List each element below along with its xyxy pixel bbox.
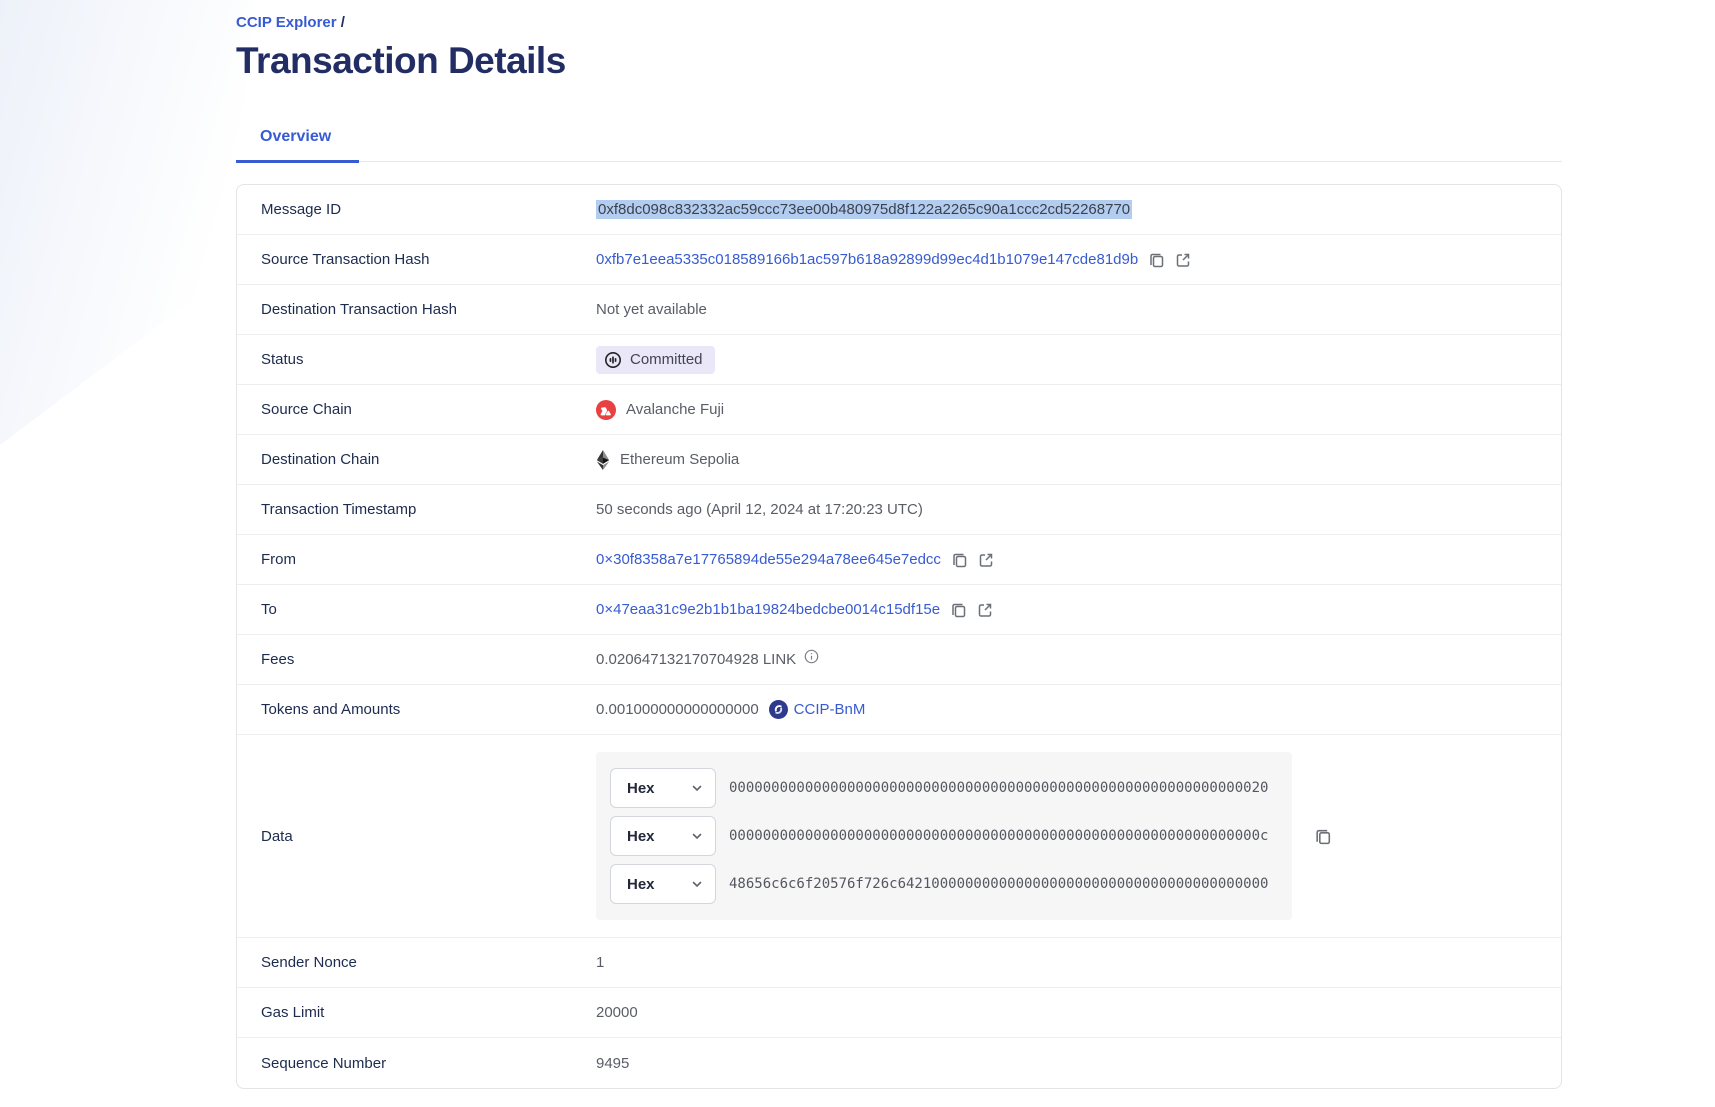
copy-icon[interactable]	[1314, 827, 1333, 846]
table-row-source-tx-hash: Source Transaction Hash 0xfb7e1eea5335c0…	[237, 235, 1561, 285]
fees-value: 0.020647132170704928 LINK	[596, 651, 796, 668]
from-label: From	[237, 551, 596, 568]
message-id-value: 0xf8dc098c832332ac59ccc73ee00b480975d8f1…	[596, 200, 1132, 219]
committed-status-icon	[604, 351, 622, 369]
table-row-message-id: Message ID 0xf8dc098c832332ac59ccc73ee00…	[237, 185, 1561, 235]
ethereum-icon	[596, 450, 610, 470]
timestamp-value: 50 seconds ago (April 12, 2024 at 17:20:…	[596, 501, 923, 518]
status-badge: Committed	[596, 346, 715, 374]
encoding-select[interactable]: Hex	[610, 864, 716, 904]
sequence-number-label: Sequence Number	[237, 1055, 596, 1072]
copy-icon[interactable]	[951, 551, 969, 569]
token-amount: 0.001000000000000000	[596, 701, 759, 718]
encoding-select[interactable]: Hex	[610, 816, 716, 856]
table-row-gas-limit: Gas Limit 20000	[237, 988, 1561, 1038]
table-row-dest-chain: Destination Chain Ethereum Sepolia	[237, 435, 1561, 485]
transaction-details-page: CCIP Explorer / Transaction Details Over…	[236, 0, 1562, 1089]
copy-icon[interactable]	[1148, 251, 1166, 269]
external-link-icon[interactable]	[977, 551, 995, 569]
fees-label: Fees	[237, 651, 596, 668]
encoding-select-value: Hex	[627, 828, 655, 845]
ccip-bnm-token-icon	[769, 700, 788, 719]
table-row-data: Data Hex 0000000000000000000000000000000…	[237, 735, 1561, 938]
encoding-select-value: Hex	[627, 876, 655, 893]
status-badge-text: Committed	[630, 351, 703, 368]
table-row-dest-tx-hash: Destination Transaction Hash Not yet ava…	[237, 285, 1561, 335]
data-line: Hex 000000000000000000000000000000000000…	[610, 768, 1278, 808]
message-id-label: Message ID	[237, 201, 596, 218]
tab-bar: Overview	[236, 120, 1562, 162]
chevron-down-icon	[691, 878, 703, 890]
copy-icon[interactable]	[950, 601, 968, 619]
encoding-select[interactable]: Hex	[610, 768, 716, 808]
chevron-down-icon	[691, 830, 703, 842]
data-hex-panel: Hex 000000000000000000000000000000000000…	[596, 752, 1292, 920]
info-icon[interactable]	[804, 649, 819, 664]
tokens-label: Tokens and Amounts	[237, 701, 596, 718]
data-line: Hex 48656c6c6f20576f726c6421000000000000…	[610, 864, 1278, 904]
external-link-icon[interactable]	[976, 601, 994, 619]
breadcrumb-ccip-explorer-link[interactable]: CCIP Explorer	[236, 14, 337, 31]
to-address-link[interactable]: 0×47eaa31c9e2b1b1ba19824bedcbe0014c15df1…	[596, 601, 940, 618]
table-row-to: To 0×47eaa31c9e2b1b1ba19824bedcbe0014c15…	[237, 585, 1561, 635]
data-hex-value: 48656c6c6f20576f726c64210000000000000000…	[729, 876, 1268, 892]
dest-tx-hash-label: Destination Transaction Hash	[237, 301, 596, 318]
dest-chain-label: Destination Chain	[237, 451, 596, 468]
transaction-details-card: Message ID 0xf8dc098c832332ac59ccc73ee00…	[236, 184, 1562, 1089]
gas-limit-value: 20000	[596, 1004, 638, 1021]
encoding-select-value: Hex	[627, 780, 655, 797]
sender-nonce-value: 1	[596, 954, 604, 971]
status-label: Status	[237, 351, 596, 368]
timestamp-label: Transaction Timestamp	[237, 501, 596, 518]
external-link-icon[interactable]	[1174, 251, 1192, 269]
sender-nonce-label: Sender Nonce	[237, 954, 596, 971]
token-symbol-link[interactable]: CCIP-BnM	[794, 701, 866, 718]
data-line: Hex 000000000000000000000000000000000000…	[610, 816, 1278, 856]
source-tx-hash-link[interactable]: 0xfb7e1eea5335c018589166b1ac597b618a9289…	[596, 251, 1138, 268]
source-chain-value: Avalanche Fuji	[626, 401, 724, 418]
data-hex-value: 0000000000000000000000000000000000000000…	[729, 828, 1268, 844]
data-hex-value: 0000000000000000000000000000000000000000…	[729, 780, 1268, 796]
table-row-tokens: Tokens and Amounts 0.001000000000000000 …	[237, 685, 1561, 735]
tab-overview[interactable]: Overview	[236, 120, 359, 163]
to-label: To	[237, 601, 596, 618]
breadcrumb-separator: /	[341, 14, 345, 31]
breadcrumb: CCIP Explorer /	[236, 0, 1562, 31]
table-row-sequence-number: Sequence Number 9495	[237, 1038, 1561, 1088]
page-title: Transaction Details	[236, 40, 1562, 82]
data-label: Data	[237, 828, 596, 845]
background-gradient-decoration	[0, 0, 255, 445]
table-row-from: From 0×30f8358a7e17765894de55e294a78ee64…	[237, 535, 1561, 585]
source-tx-hash-label: Source Transaction Hash	[237, 251, 596, 268]
table-row-timestamp: Transaction Timestamp 50 seconds ago (Ap…	[237, 485, 1561, 535]
from-address-link[interactable]: 0×30f8358a7e17765894de55e294a78ee645e7ed…	[596, 551, 941, 568]
sequence-number-value: 9495	[596, 1055, 629, 1072]
table-row-fees: Fees 0.020647132170704928 LINK	[237, 635, 1561, 685]
gas-limit-label: Gas Limit	[237, 1004, 596, 1021]
table-row-source-chain: Source Chain Avalanche Fuji	[237, 385, 1561, 435]
source-chain-label: Source Chain	[237, 401, 596, 418]
dest-tx-hash-value: Not yet available	[596, 301, 707, 318]
dest-chain-value: Ethereum Sepolia	[620, 451, 739, 468]
avalanche-icon	[596, 400, 616, 420]
table-row-status: Status Committed	[237, 335, 1561, 385]
table-row-sender-nonce: Sender Nonce 1	[237, 938, 1561, 988]
chevron-down-icon	[691, 782, 703, 794]
